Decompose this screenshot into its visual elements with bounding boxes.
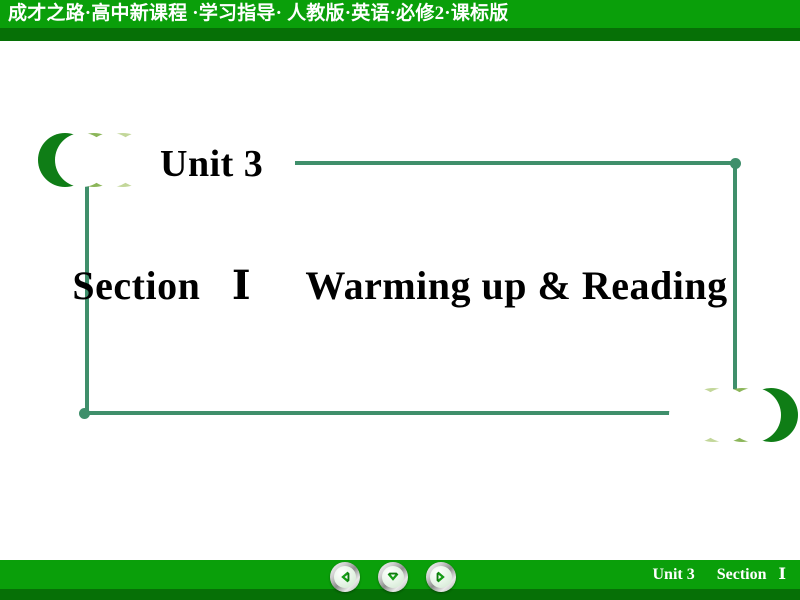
crescent-dark-icon	[727, 388, 798, 442]
arrow-right-icon	[430, 566, 452, 588]
section-title: Section Ⅰ Warming up & Reading	[0, 262, 800, 309]
footer-label: Unit 3 Section Ⅰ	[653, 562, 787, 588]
unit-title: Unit 3	[160, 143, 264, 185]
frame-line-bottom	[85, 411, 735, 415]
frame-line-top	[295, 161, 736, 165]
previous-slide-button[interactable]	[330, 562, 360, 592]
footer-section-label: Section	[716, 566, 767, 583]
slide-header: 成才之路·高中新课程 ·学习指导· 人教版·英语·必修2·课标版	[0, 0, 800, 41]
down-slide-button[interactable]	[378, 562, 408, 592]
crescent-dark-icon	[38, 133, 109, 187]
footer-section-numeral: Ⅰ	[778, 566, 786, 583]
next-slide-button[interactable]	[426, 562, 456, 592]
frame-dot-bottom-left	[79, 408, 90, 419]
crescent-decoration-right	[669, 388, 800, 446]
slide-navigation	[330, 560, 460, 594]
arrow-left-icon	[334, 566, 356, 588]
section-title-label: Section	[72, 263, 201, 308]
arrow-down-icon	[382, 566, 404, 588]
header-title: 成才之路·高中新课程 ·学习指导· 人教版·英语·必修2·课标版	[8, 3, 509, 24]
crescent-decoration-left	[38, 133, 167, 191]
section-title-numeral: Ⅰ	[231, 263, 252, 308]
footer-unit-label: Unit 3	[652, 566, 695, 583]
section-title-topic: Warming up & Reading	[305, 263, 728, 308]
header-accent-strip	[0, 28, 800, 41]
frame-dot-top-right	[730, 158, 741, 169]
